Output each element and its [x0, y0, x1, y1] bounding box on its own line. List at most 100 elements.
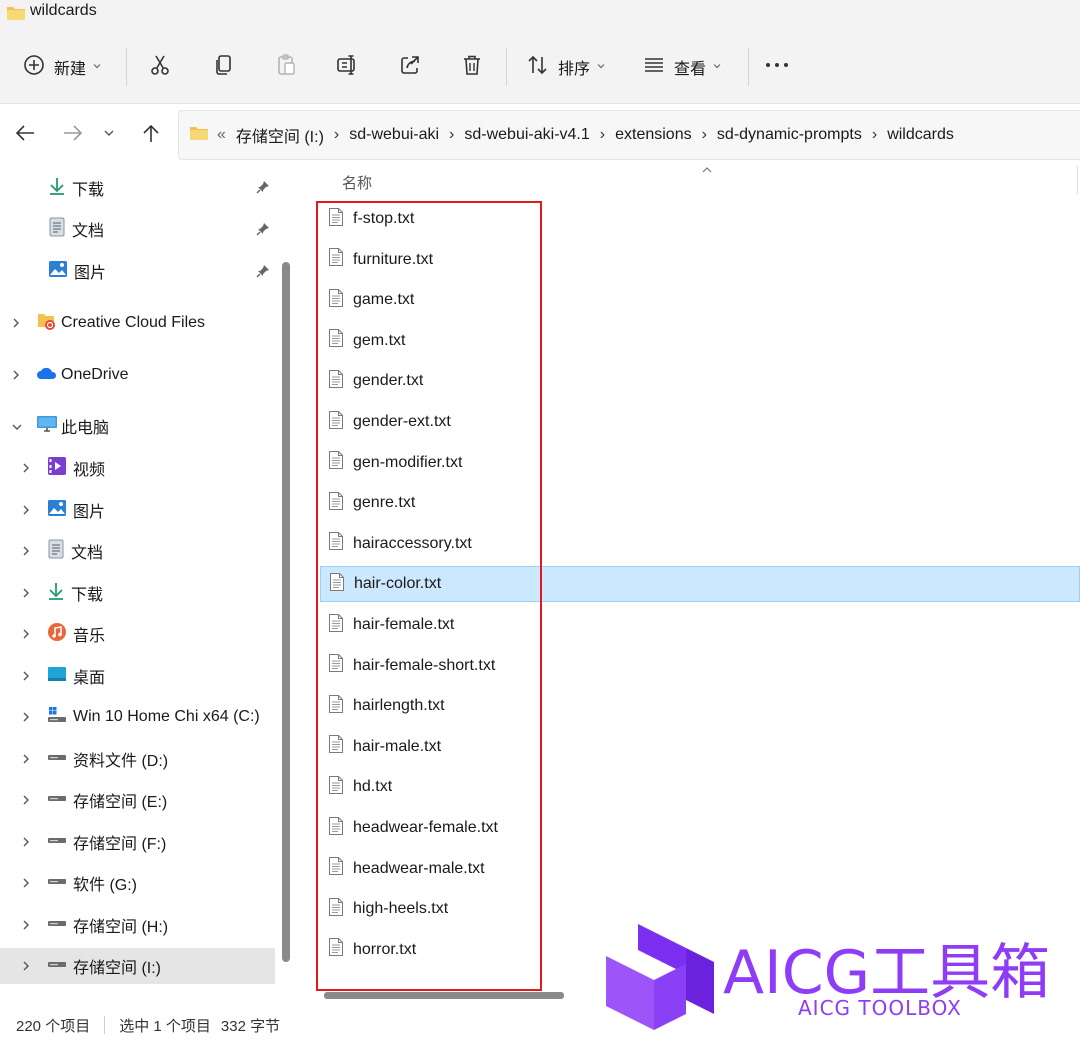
rename-icon: [336, 53, 360, 82]
file-row[interactable]: hair-male.txt: [320, 729, 1080, 765]
chevron-right-icon[interactable]: [20, 461, 32, 480]
file-row[interactable]: hairlength.txt: [320, 688, 1080, 724]
address-bar[interactable]: « 存储空间 (I:) › sd-webui-aki › sd-webui-ak…: [178, 110, 1080, 160]
file-name: gem.txt: [353, 331, 406, 349]
file-name: gender-ext.txt: [353, 413, 451, 430]
copy-button[interactable]: [212, 50, 236, 84]
delete-button[interactable]: [460, 50, 484, 84]
file-row[interactable]: f-stop.txt: [320, 201, 1080, 237]
sidebar-item-downloads[interactable]: 下载: [47, 573, 103, 613]
chevron-right-icon[interactable]: [20, 586, 32, 605]
sidebar-item-drive-e[interactable]: 存储空间 (E:): [47, 780, 167, 820]
column-header-name[interactable]: 名称: [342, 172, 372, 193]
chevron-right-icon[interactable]: [20, 503, 32, 522]
sidebar-item-documents[interactable]: 文档: [48, 209, 104, 249]
file-row[interactable]: furniture.txt: [320, 242, 1080, 278]
text-file-icon: [328, 369, 344, 394]
file-name: horror.txt: [353, 940, 417, 958]
view-button[interactable]: 查看: [642, 50, 722, 84]
arrow-up-icon: [143, 124, 159, 142]
chevron-right-icon[interactable]: [20, 876, 32, 895]
sidebar-item-drive-c[interactable]: Win 10 Home Chi x64 (C:): [47, 697, 260, 737]
file-name: game.txt: [353, 291, 415, 309]
chevron-right-icon[interactable]: [20, 959, 32, 978]
column-divider[interactable]: [1077, 166, 1078, 194]
sidebar-item-label: 音乐: [73, 628, 106, 645]
sidebar-item-pictures[interactable]: 图片: [47, 490, 105, 530]
breadcrumb-item[interactable]: sd-dynamic-prompts: [717, 126, 862, 144]
file-name: hairlength.txt: [353, 697, 445, 715]
recent-locations-button[interactable]: [102, 126, 116, 144]
more-button[interactable]: [764, 50, 790, 84]
sort-icon: [526, 53, 550, 82]
chevron-right-icon[interactable]: [20, 627, 32, 646]
sidebar-item-desktop[interactable]: 桌面: [47, 656, 105, 696]
sidebar-item-label: 存储空间 (E:): [73, 794, 168, 811]
file-row[interactable]: hairaccessory.txt: [320, 526, 1080, 562]
pictures-icon: [47, 499, 67, 522]
up-button[interactable]: [140, 122, 162, 149]
sidebar-item-this-pc[interactable]: 此电脑: [36, 406, 109, 446]
text-file-icon: [328, 450, 344, 475]
sort-button[interactable]: 排序: [526, 50, 606, 84]
file-row[interactable]: gem.txt: [320, 323, 1080, 359]
sidebar-item-label: 文档: [72, 223, 105, 240]
paste-button[interactable]: [274, 50, 298, 84]
file-row[interactable]: headwear-female.txt: [320, 810, 1080, 846]
sidebar-item-onedrive[interactable]: OneDrive: [36, 355, 129, 395]
chevron-right-icon[interactable]: [10, 316, 22, 335]
file-row[interactable]: hair-female-short.txt: [320, 648, 1080, 684]
file-row[interactable]: gender.txt: [320, 363, 1080, 399]
file-row[interactable]: hair-female.txt: [320, 607, 1080, 643]
sidebar-item-pictures[interactable]: 图片: [48, 251, 106, 291]
drive-icon: [47, 957, 67, 976]
chevron-right-icon[interactable]: [20, 710, 32, 729]
breadcrumb-item[interactable]: extensions: [615, 126, 692, 144]
chevron-right-icon[interactable]: [20, 752, 32, 771]
sidebar-item-label: 下载: [72, 182, 105, 199]
sidebar-item-label: OneDrive: [61, 366, 129, 383]
chevron-down-icon[interactable]: [10, 420, 24, 438]
chevron-down-icon: [104, 130, 114, 136]
file-row[interactable]: hair-color.txt: [320, 566, 1080, 603]
sidebar-scrollbar[interactable]: [282, 262, 290, 962]
sidebar-item-downloads[interactable]: 下载: [48, 168, 104, 208]
chevron-right-icon[interactable]: [10, 368, 22, 387]
sidebar-item-drive-g[interactable]: 软件 (G:): [47, 863, 137, 903]
sidebar-item-videos[interactable]: 视频: [47, 448, 105, 488]
share-button[interactable]: [398, 50, 422, 84]
sidebar-item-drive-h[interactable]: 存储空间 (H:): [47, 905, 168, 945]
cut-button[interactable]: [148, 50, 172, 84]
chevron-right-icon[interactable]: [20, 793, 32, 812]
rename-button[interactable]: [336, 50, 360, 84]
breadcrumb-overflow[interactable]: «: [217, 126, 226, 144]
file-row[interactable]: gen-modifier.txt: [320, 445, 1080, 481]
sidebar-item-documents[interactable]: 文档: [47, 531, 103, 571]
breadcrumb-item[interactable]: sd-webui-aki-v4.1: [464, 126, 589, 144]
file-row[interactable]: game.txt: [320, 282, 1080, 318]
chevron-right-icon[interactable]: [20, 544, 32, 563]
chevron-right-icon[interactable]: [20, 918, 32, 937]
file-name: headwear-female.txt: [353, 819, 498, 836]
breadcrumb-item[interactable]: wildcards: [887, 126, 954, 144]
sidebar-item-drive-f[interactable]: 存储空间 (F:): [47, 822, 166, 862]
sidebar-item-drive-d[interactable]: 资料文件 (D:): [47, 739, 168, 779]
forward-button[interactable]: [60, 122, 84, 149]
music-icon: [47, 622, 67, 647]
file-row[interactable]: gender-ext.txt: [320, 404, 1080, 440]
back-button[interactable]: [14, 122, 38, 149]
sidebar-item-creative-cloud[interactable]: Creative Cloud Files: [36, 303, 205, 343]
file-row[interactable]: hd.txt: [320, 769, 1080, 805]
sidebar-item-drive-i[interactable]: 存储空间 (I:): [47, 946, 161, 986]
breadcrumb-item[interactable]: sd-webui-aki: [349, 126, 439, 144]
new-button[interactable]: 新建: [22, 50, 102, 84]
breadcrumb-item[interactable]: 存储空间 (I:): [236, 123, 324, 147]
chevron-right-icon[interactable]: [20, 835, 32, 854]
horizontal-scrollbar[interactable]: [324, 992, 564, 999]
sidebar-item-music[interactable]: 音乐: [47, 614, 105, 654]
file-row[interactable]: genre.txt: [320, 485, 1080, 521]
file-row[interactable]: headwear-male.txt: [320, 851, 1080, 887]
pictures-icon: [48, 260, 68, 283]
chevron-right-icon[interactable]: [20, 669, 32, 688]
text-file-icon: [328, 491, 344, 516]
